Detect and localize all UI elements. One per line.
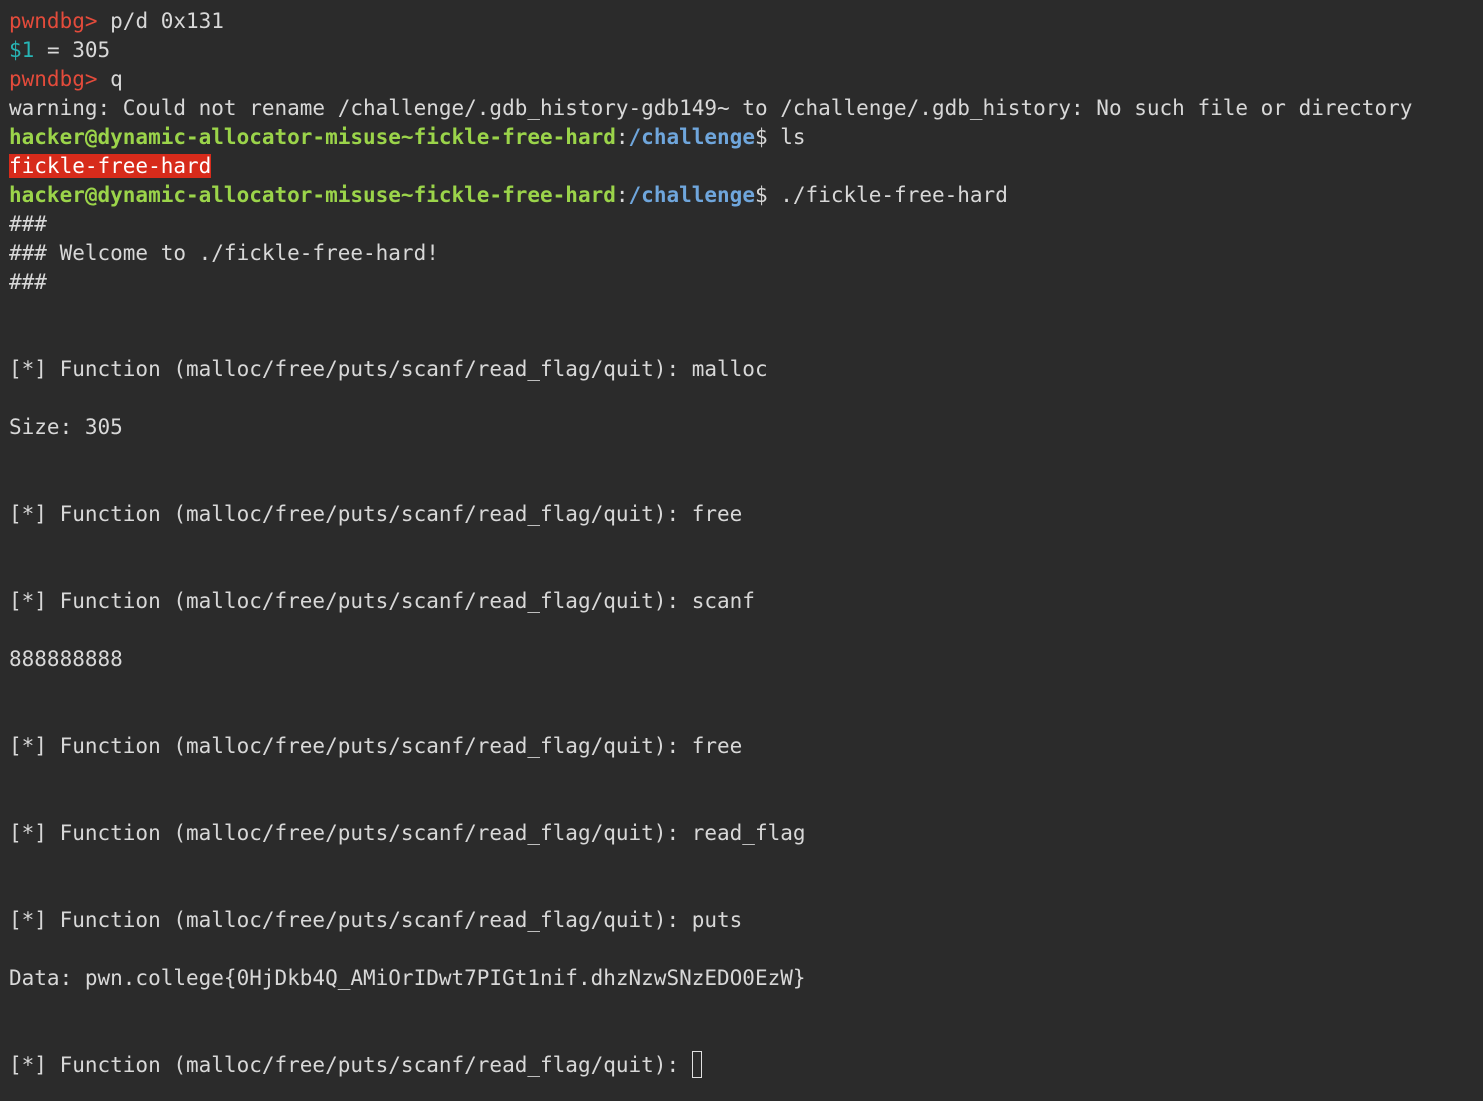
terminal-window[interactable]: pwndbg> p/d 0x131 $1 = 305 pwndbg> q war… xyxy=(0,0,1483,1101)
terminal-input-line[interactable]: [*] Function (malloc/free/puts/scanf/rea… xyxy=(9,1051,1483,1080)
terminal-line: [*] Function (malloc/free/puts/scanf/rea… xyxy=(9,819,1483,848)
terminal-line: hacker@dynamic-allocator-misuse~fickle-f… xyxy=(9,181,1483,210)
prompt-separator: : xyxy=(615,125,629,149)
shell-path: /challenge xyxy=(628,125,755,149)
shell-path: /challenge xyxy=(628,183,755,207)
function-prompt: [*] Function (malloc/free/puts/scanf/rea… xyxy=(9,502,743,526)
warning-text: warning: Could not rename /challenge/.gd… xyxy=(9,96,1413,120)
terminal-line: pwndbg> q xyxy=(9,65,1483,94)
terminal-line: [*] Function (malloc/free/puts/scanf/rea… xyxy=(9,500,1483,529)
shell-user-host: hacker@dynamic-allocator-misuse~fickle-f… xyxy=(9,183,616,207)
terminal-line: Data: pwn.college{0HjDkb4Q_AMiOrIDwt7PIG… xyxy=(9,964,1483,993)
size-input: Size: 305 xyxy=(9,415,123,439)
command-text: p/d 0x131 xyxy=(97,9,224,33)
pwndbg-prompt: pwndbg> xyxy=(9,9,98,33)
terminal-line: ### Welcome to ./fickle-free-hard! xyxy=(9,239,1483,268)
pwndbg-prompt: pwndbg> xyxy=(9,67,98,91)
terminal-line: [*] Function (malloc/free/puts/scanf/rea… xyxy=(9,732,1483,761)
terminal-line: Size: 305 xyxy=(9,413,1483,442)
output-text: = 305 xyxy=(34,38,111,62)
terminal-line: hacker@dynamic-allocator-misuse~fickle-f… xyxy=(9,123,1483,152)
terminal-line: fickle-free-hard xyxy=(9,152,1483,181)
shell-user-host: hacker@dynamic-allocator-misuse~fickle-f… xyxy=(9,125,616,149)
terminal-line-clipped xyxy=(9,0,1483,7)
terminal-line: [*] Function (malloc/free/puts/scanf/rea… xyxy=(9,355,1483,384)
terminal-line: 888888888 xyxy=(9,645,1483,674)
output-text: ### xyxy=(9,212,47,236)
command-text: q xyxy=(97,67,123,91)
welcome-text: ### Welcome to ./fickle-free-hard! xyxy=(9,241,439,265)
terminal-line: ### xyxy=(9,268,1483,297)
prompt-dollar: $ xyxy=(754,183,768,207)
function-prompt: [*] Function (malloc/free/puts/scanf/rea… xyxy=(9,589,755,613)
terminal-line: warning: Could not rename /challenge/.gd… xyxy=(9,94,1483,123)
flag-output: Data: pwn.college{0HjDkb4Q_AMiOrIDwt7PIG… xyxy=(9,966,806,990)
ls-output-executable: fickle-free-hard xyxy=(9,154,212,178)
gdb-value-var: $1 xyxy=(9,38,35,62)
terminal-line: [*] Function (malloc/free/puts/scanf/rea… xyxy=(9,587,1483,616)
function-prompt: [*] Function (malloc/free/puts/scanf/rea… xyxy=(9,1053,692,1077)
command-text: ./fickle-free-hard xyxy=(767,183,1008,207)
function-prompt: [*] Function (malloc/free/puts/scanf/rea… xyxy=(9,821,806,845)
cursor-block[interactable] xyxy=(691,1051,702,1078)
function-prompt: [*] Function (malloc/free/puts/scanf/rea… xyxy=(9,357,768,381)
function-prompt: [*] Function (malloc/free/puts/scanf/rea… xyxy=(9,734,743,758)
terminal-line: pwndbg> p/d 0x131 xyxy=(9,7,1483,36)
output-text: ### xyxy=(9,270,47,294)
terminal-line: ### xyxy=(9,210,1483,239)
scanf-input: 888888888 xyxy=(9,647,123,671)
function-prompt: [*] Function (malloc/free/puts/scanf/rea… xyxy=(9,908,743,932)
terminal-line: [*] Function (malloc/free/puts/scanf/rea… xyxy=(9,906,1483,935)
prompt-separator: : xyxy=(615,183,629,207)
prompt-dollar: $ xyxy=(754,125,768,149)
command-text: ls xyxy=(767,125,806,149)
terminal-line: $1 = 305 xyxy=(9,36,1483,65)
